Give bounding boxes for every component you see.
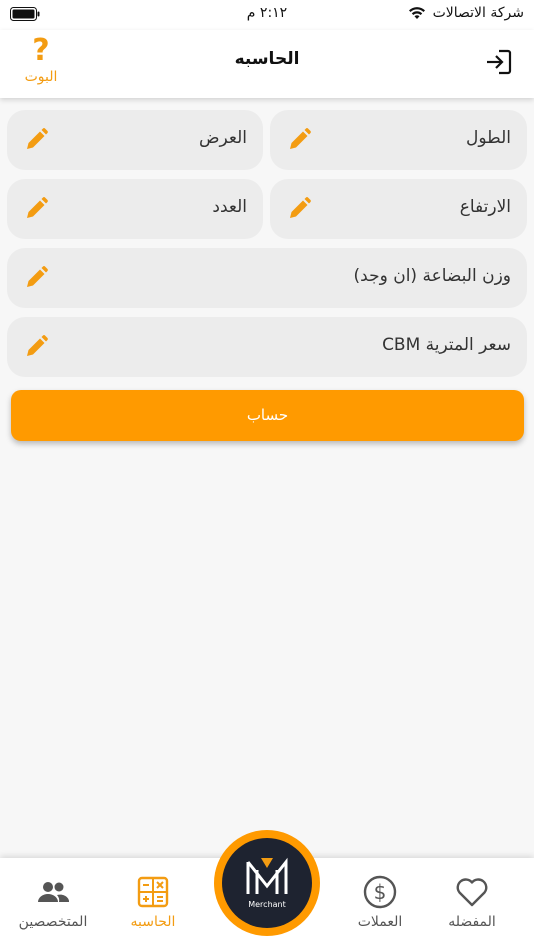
calculate-button[interactable]: حساب bbox=[11, 390, 524, 441]
people-icon bbox=[38, 882, 70, 902]
tab-calculator[interactable]: الحاسبه bbox=[103, 874, 203, 930]
logout-icon[interactable] bbox=[484, 47, 514, 77]
status-time: ٢:١٢ م bbox=[246, 5, 288, 21]
length-label: الطول bbox=[466, 128, 511, 148]
cbm-price-label: سعر المترية CBM bbox=[382, 335, 511, 355]
cbm-price-field[interactable]: سعر المترية CBM bbox=[7, 317, 527, 377]
svg-text:$: $ bbox=[374, 880, 387, 904]
pencil-icon bbox=[290, 128, 311, 149]
tab-favorites[interactable]: المفضله bbox=[422, 874, 522, 930]
tab-calculator-label: الحاسبه bbox=[130, 914, 176, 930]
merchant-logo-button[interactable]: Merchant bbox=[214, 830, 320, 936]
tab-currencies-label: العملات bbox=[357, 914, 403, 930]
weight-field[interactable]: وزن البضاعة (ان وجد) bbox=[7, 248, 527, 308]
pencil-icon bbox=[27, 128, 48, 149]
weight-label: وزن البضاعة (ان وجد) bbox=[353, 266, 511, 286]
page-title: الحاسبه bbox=[234, 49, 300, 69]
heart-icon bbox=[456, 878, 488, 907]
height-field[interactable]: الارتفاع bbox=[270, 179, 527, 239]
width-label: العرض bbox=[198, 128, 247, 148]
pencil-icon bbox=[27, 197, 48, 218]
nav-bar: ? البوت الحاسبه bbox=[0, 30, 534, 98]
width-field[interactable]: العرض bbox=[7, 110, 263, 170]
pencil-icon bbox=[27, 335, 48, 356]
merchant-logo: Merchant bbox=[222, 838, 312, 928]
tab-favorites-label: المفضله bbox=[448, 914, 496, 930]
height-label: الارتفاع bbox=[459, 197, 511, 217]
count-label: العدد bbox=[212, 197, 247, 217]
logo-text: Merchant bbox=[248, 900, 286, 909]
calculator-icon bbox=[137, 876, 169, 908]
status-bar: شركة الاتصالات ٢:١٢ م bbox=[0, 0, 534, 30]
pencil-icon bbox=[27, 266, 48, 287]
battery-icon bbox=[10, 7, 40, 21]
bot-label: البوت bbox=[24, 69, 58, 85]
length-field[interactable]: الطول bbox=[270, 110, 527, 170]
count-field[interactable]: العدد bbox=[7, 179, 263, 239]
tab-specialists[interactable]: المتخصصين bbox=[3, 874, 103, 930]
tab-currencies[interactable]: $ العملات bbox=[330, 874, 430, 930]
merchant-m-icon bbox=[246, 857, 288, 894]
tab-specialists-label: المتخصصين bbox=[18, 914, 88, 930]
dollar-circle-icon: $ bbox=[363, 875, 397, 909]
pencil-icon bbox=[290, 197, 311, 218]
